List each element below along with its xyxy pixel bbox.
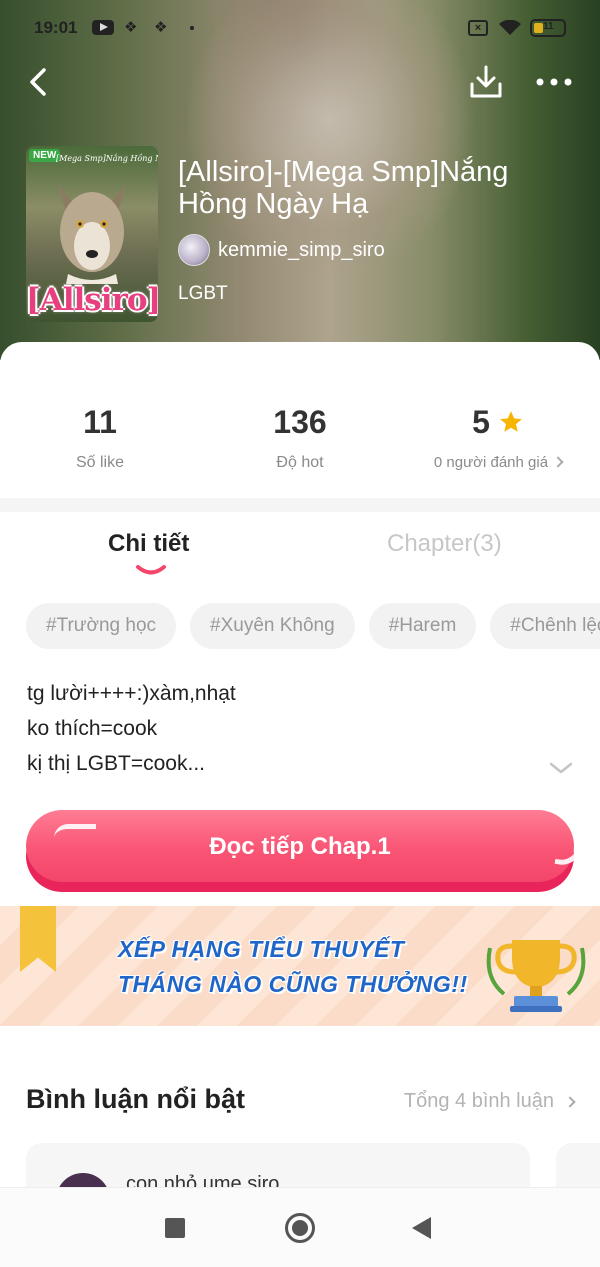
ribbon-icon [20,906,56,972]
chevron-right-icon [564,1096,576,1108]
cover-subtitle: [Mega Smp]Nắng Hồng Ngày Hạ [56,154,158,163]
home-button[interactable] [285,1213,315,1243]
rating-label-row[interactable]: 0 người đánh giá [398,454,598,471]
battery-icon: 11 [530,19,566,37]
status-time: 19:01 [34,18,78,37]
description-line: tg lười++++:)xàm,nhạt [27,682,236,705]
continue-reading-button[interactable]: Đọc tiếp Chap.1 [26,810,582,892]
tab-chapter[interactable]: Chapter(3) [387,530,502,558]
ranking-banner[interactable]: XẾP HẠNG TIỂU THUYẾT THÁNG NÀO CŨNG THƯỞ… [0,906,600,1026]
stats-row: 11 Số like 136 Độ hot 5 0 người đánh giá [0,404,600,484]
genre-label: LGBT [178,283,228,304]
hot-stat: 136 Độ hot [200,404,400,472]
hot-value: 136 [273,404,327,440]
dropbox-icon: ❖ [154,19,168,36]
download-icon[interactable] [468,64,504,100]
rating-value-row: 5 [472,404,524,440]
star-icon [500,411,522,432]
author-name[interactable]: kemmie_simp_siro [218,239,385,262]
dot-icon [190,26,194,30]
story-title: [Allsiro]-[Mega Smp]Nắng Hồng Ngày Hạ [178,156,509,220]
description-line: ko thích=cook [27,717,158,740]
tag-chip[interactable]: #Harem [368,603,477,649]
likes-stat: 11 Số like [0,404,200,472]
system-nav-bar [0,1187,600,1267]
description: tg lười++++:)xàm,nhạt ko thích=cook kị t… [27,676,547,781]
likes-value: 11 [83,404,117,440]
hot-label: Độ hot [276,454,324,471]
likes-label: Số like [75,454,125,471]
book-cover[interactable]: NEW [Mega Smp]Nắng Hồng Ngày Hạ [Allsiro… [26,146,158,322]
tab-detail[interactable]: Chi tiết [108,530,189,558]
comments-title: Bình luận nổi bật [26,1084,245,1114]
active-tab-indicator [136,565,166,575]
chevron-down-icon[interactable] [548,760,574,776]
tab-bar: Chi tiết Chapter(3) [0,522,600,582]
recents-button[interactable] [165,1218,185,1238]
tag-chip[interactable]: #Chênh lệch [490,603,600,649]
banner-line: XẾP HẠNG TIỂU THUYẾT [118,936,405,962]
system-back-button[interactable] [412,1217,431,1239]
battery-level: 11 [543,21,554,32]
cover-title: [Allsiro] [26,282,158,318]
rating-label: 0 người đánh giá [433,454,549,471]
continue-reading-label: Đọc tiếp Chap.1 [209,833,391,860]
status-bar: 19:01 ❖ ❖ × 11 [0,0,600,58]
author-row[interactable]: kemmie_simp_siro [178,234,385,266]
tag-list: #Trường học #Xuyên Không #Harem #Chênh l… [26,603,600,649]
more-dots-icon[interactable] [534,64,574,100]
top-nav [0,58,600,108]
wolf-illustration [58,184,126,284]
comments-total: Tổng 4 bình luận [403,1090,554,1112]
chevron-right-icon [552,456,564,468]
author-avatar[interactable] [178,234,210,266]
back-icon[interactable] [24,64,54,100]
sim-off-icon: × [468,20,488,36]
rating-value: 5 [472,404,490,440]
wifi-icon [499,20,521,35]
section-divider [0,498,600,512]
dropbox-icon: ❖ [124,19,138,36]
description-line: kị thị LGBT=cook... [27,752,205,775]
youtube-icon [92,20,114,35]
rating-stat[interactable]: 5 0 người đánh giá [398,404,598,471]
trophy-icon [486,940,586,1012]
tag-chip[interactable]: #Trường học [26,603,177,649]
comments-total-link[interactable]: Tổng 4 bình luận [403,1090,576,1113]
comments-header: Bình luận nổi bật Tổng 4 bình luận [26,1084,576,1124]
tag-chip[interactable]: #Xuyên Không [190,603,355,649]
banner-line: THÁNG NÀO CŨNG THƯỞNG!! [118,971,468,997]
